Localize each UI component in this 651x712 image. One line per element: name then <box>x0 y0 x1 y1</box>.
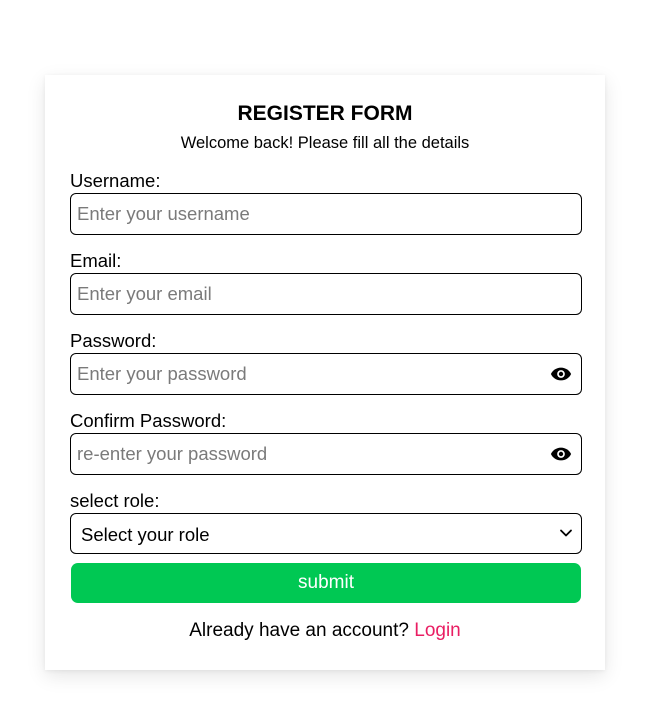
footer-text: Already have an account? <box>189 620 409 641</box>
email-field-box <box>70 273 582 315</box>
username-input[interactable] <box>71 194 581 234</box>
form-title: REGISTER FORM <box>237 102 413 125</box>
form-subtitle: Welcome back! Please fill all the detail… <box>180 134 470 152</box>
eye-icon[interactable] <box>550 445 572 463</box>
role-label: select role: <box>70 490 160 511</box>
password-input[interactable] <box>71 354 581 394</box>
submit-button[interactable]: submit <box>71 563 581 603</box>
login-prompt: Already have an account? Login <box>70 619 580 643</box>
email-label: Email: <box>70 250 122 271</box>
register-card: REGISTER FORM Welcome back! Please fill … <box>45 75 605 670</box>
confirm-password-label: Confirm Password: <box>70 410 227 431</box>
password-label: Password: <box>70 330 157 351</box>
email-input[interactable] <box>71 274 581 314</box>
chevron-down-icon <box>560 529 572 537</box>
confirm-password-input[interactable] <box>71 434 581 474</box>
confirm-password-field-box <box>70 433 582 475</box>
role-select-value: Select your role <box>81 524 210 545</box>
password-field-box <box>70 353 582 395</box>
role-select[interactable]: Select your role <box>70 513 582 554</box>
login-link[interactable]: Login <box>414 620 461 641</box>
username-label: Username: <box>70 170 161 191</box>
username-field-box <box>70 193 582 235</box>
eye-icon[interactable] <box>550 365 572 383</box>
